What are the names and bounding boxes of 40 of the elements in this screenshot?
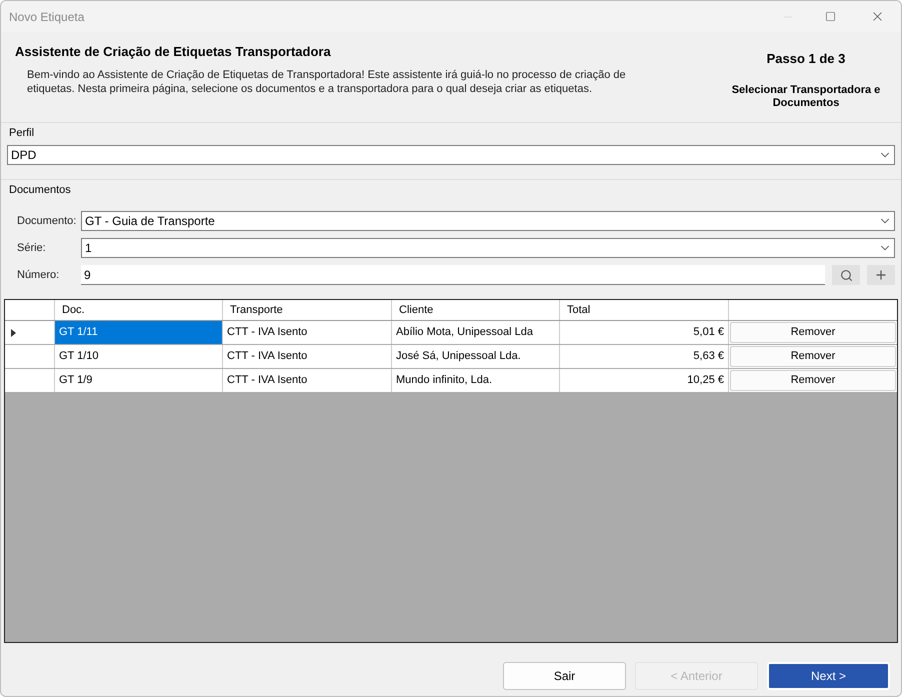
column-header[interactable]: Cliente	[392, 300, 560, 320]
window-title: Novo Etiqueta	[9, 8, 86, 26]
dropdown-field[interactable]: DPD	[7, 144, 895, 164]
add-button[interactable]	[867, 265, 895, 285]
field-label: Documento:	[17, 214, 78, 229]
table-cell: 10,25 €	[560, 369, 729, 392]
step-title: Selecionar Transportadora e Documentos	[730, 82, 882, 110]
column-header[interactable]: Doc.	[55, 300, 223, 320]
wizard-description: Bem-vindo ao Assistente de Criação de Etiquetas de Transportadora! Este assistente irá guiá-lo no processo de criação de etiquetas. Nesta primeira página, selecione os documentos e a transportadora para o qual deseja criar as etiquetas.	[26, 68, 627, 96]
wizard-button[interactable]: Sair	[503, 662, 626, 690]
field-label: Série:	[17, 240, 47, 256]
maximize-icon[interactable]	[825, 11, 836, 22]
table-cell: GT 1/11	[55, 321, 223, 344]
table-cell: 5,63 €	[560, 345, 729, 368]
wizard-button[interactable]: Next >	[767, 662, 890, 690]
number-input[interactable]: 9	[81, 265, 825, 285]
table-cell: 5,01 €	[560, 321, 729, 344]
table-cell: Mundo infinito, Lda.	[392, 369, 560, 392]
table-cell: Abílio Mota, Unipessoal Lda	[392, 321, 560, 344]
step-indicator: Passo 1 de 3	[766, 50, 846, 68]
table-cell: GT 1/10	[55, 345, 223, 368]
table-cell: CTT - IVA Isento	[223, 321, 392, 344]
group-label: Perfil	[8, 126, 36, 141]
table-cell: GT 1/9	[55, 369, 223, 392]
field-label: Número:	[17, 268, 60, 283]
wizard-title: Assistente de Criação de Etiquetas Transportadora	[15, 43, 332, 61]
remove-button[interactable]: Remover	[730, 322, 896, 343]
plus-icon	[874, 268, 888, 282]
remove-button[interactable]: Remover	[730, 346, 896, 367]
remove-button[interactable]: Remover	[730, 370, 896, 391]
table-cell: CTT - IVA Isento	[223, 369, 392, 392]
group-label: Documentos	[8, 182, 72, 198]
dropdown-field[interactable]: 1	[81, 238, 895, 258]
column-header[interactable]: Transporte	[223, 300, 392, 320]
table-cell: José Sá, Unipessoal Lda.	[392, 345, 560, 368]
dropdown-field[interactable]: GT - Guia de Transporte	[81, 211, 895, 231]
column-header[interactable]: Total	[560, 300, 729, 320]
search-icon	[840, 268, 852, 282]
table-cell: CTT - IVA Isento	[223, 345, 392, 368]
search-button[interactable]	[832, 265, 860, 285]
